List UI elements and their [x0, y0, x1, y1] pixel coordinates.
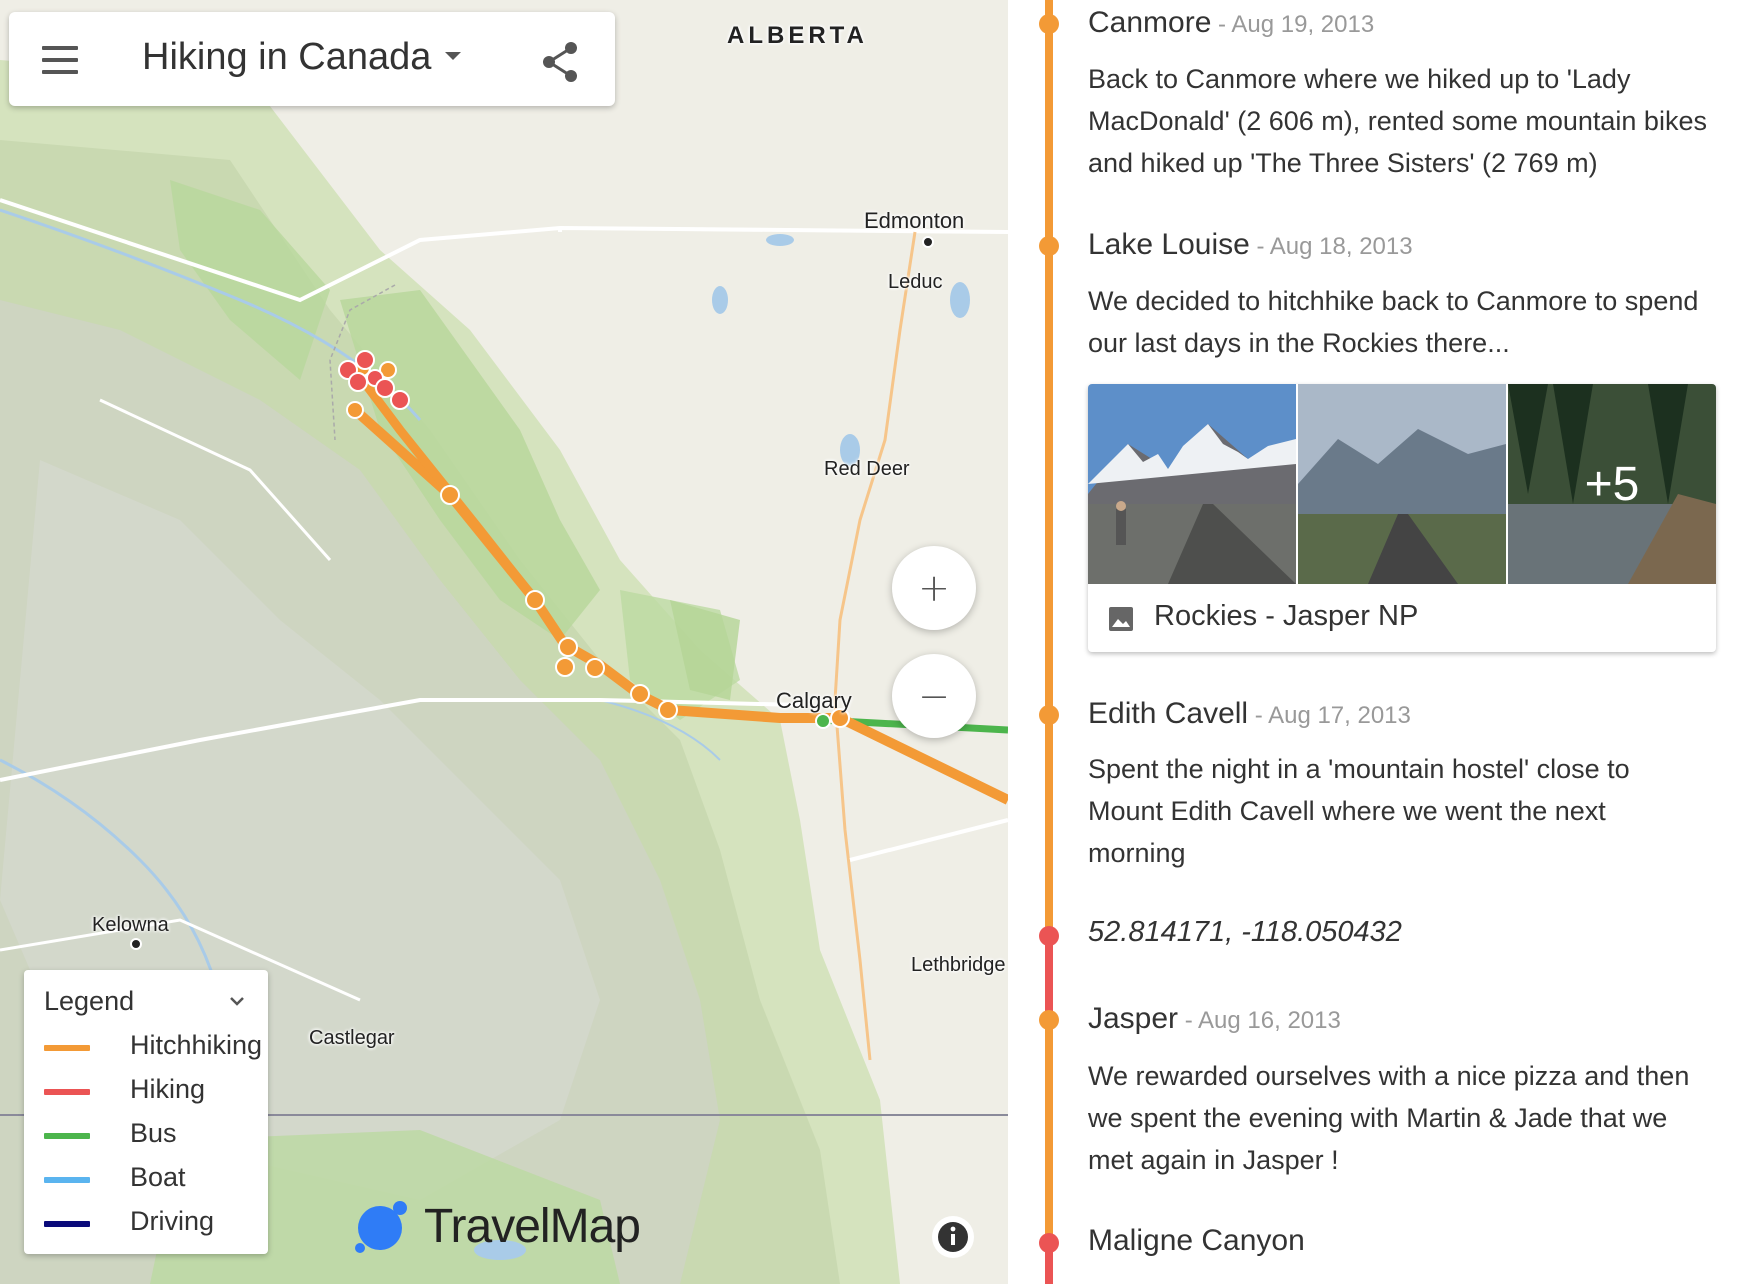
- city-marker: [130, 938, 142, 950]
- album-photo[interactable]: [1298, 384, 1506, 584]
- legend-label: Boat: [130, 1162, 186, 1192]
- photo-glacier-road: [1088, 384, 1296, 584]
- timeline-dot[interactable]: [1039, 1010, 1059, 1030]
- entry-description: We decided to hitchhike back to Canmore …: [1088, 286, 1699, 358]
- entry-title-lake-louise[interactable]: Lake Louise - Aug 18, 2013: [1088, 228, 1413, 262]
- entry-description: Back to Canmore where we hiked up to 'La…: [1088, 64, 1707, 178]
- album-photo-more[interactable]: +5: [1508, 384, 1716, 584]
- menu-button[interactable]: [37, 38, 81, 82]
- timeline-line-hiking: [1045, 938, 1053, 1012]
- legend-swatch: [44, 1177, 90, 1183]
- zoom-out-button[interactable]: −: [892, 654, 976, 738]
- legend-label: Hiking: [130, 1074, 206, 1104]
- entry-date: - Aug 16, 2013: [1178, 1007, 1341, 1034]
- entry-title: Maligne Canyon: [1088, 1224, 1305, 1257]
- album-photo[interactable]: [1088, 384, 1296, 584]
- legend-swatch: [44, 1089, 90, 1095]
- legend-swatch: [44, 1221, 90, 1227]
- place-label-lethbridge: Lethbridge: [911, 954, 1006, 976]
- timeline-dot[interactable]: [1039, 14, 1059, 34]
- chevron-down-icon[interactable]: [228, 992, 246, 1010]
- legend-item-hiking: Hiking: [44, 1072, 264, 1112]
- entry-title-maligne-canyon[interactable]: Maligne Canyon: [1088, 1224, 1305, 1258]
- album-more-count: +5: [1508, 384, 1716, 584]
- legend-item-hitchhiking: Hitchhiking: [44, 1028, 264, 1068]
- timeline-line-hitchhiking: [1045, 0, 1053, 938]
- legend-label: Bus: [130, 1118, 177, 1148]
- share-button[interactable]: [539, 40, 583, 84]
- entry-date: - Aug 18, 2013: [1249, 233, 1413, 260]
- legend-item-driving: Driving: [44, 1204, 264, 1244]
- entry-title: Edith Cavell: [1088, 697, 1249, 730]
- entry-title: Canmore: [1088, 6, 1212, 39]
- legend-item-bus: Bus: [44, 1116, 264, 1156]
- entry-title-canmore[interactable]: Canmore - Aug 19, 2013: [1088, 6, 1374, 40]
- province-label: ALBERTA: [727, 22, 868, 49]
- timeline-panel[interactable]: Canmore - Aug 19, 2013 Back to Canmore w…: [1008, 0, 1742, 1284]
- city-marker: [922, 236, 934, 248]
- legend-swatch: [44, 1133, 90, 1139]
- place-label-red-deer: Red Deer: [824, 458, 910, 480]
- image-icon: [1109, 607, 1133, 631]
- entry-date: - Aug 19, 2013: [1211, 11, 1375, 38]
- legend-item-boat: Boat: [44, 1160, 264, 1200]
- place-label-edmonton: Edmonton: [864, 208, 965, 233]
- map-title: Hiking in Canada: [142, 36, 432, 78]
- entry-title: Jasper: [1088, 1002, 1179, 1035]
- legend-label: Driving: [130, 1206, 215, 1236]
- waypoint-coordinates[interactable]: 52.814171, -118.050432: [1088, 916, 1402, 949]
- logo-text: TravelMap: [424, 1200, 641, 1253]
- caret-down-icon: [445, 51, 462, 60]
- legend-label: Hitchhiking: [130, 1030, 263, 1060]
- travelmap-logo-icon: [355, 1201, 407, 1253]
- timeline-dot[interactable]: [1039, 705, 1059, 725]
- place-label-kelowna: Kelowna: [92, 914, 169, 936]
- place-label-calgary: Calgary: [776, 688, 852, 713]
- place-label-leduc: Leduc: [888, 271, 943, 293]
- travelmap-logo[interactable]: TravelMap: [350, 1196, 670, 1256]
- legend-panel: Legend Hitchhiking Hiking Bus Boat Drivi…: [24, 970, 268, 1254]
- entry-title-edith-cavell[interactable]: Edith Cavell - Aug 17, 2013: [1088, 697, 1411, 731]
- entry-title: Lake Louise: [1088, 228, 1250, 261]
- info-icon: [938, 1222, 968, 1252]
- entry-date: - Aug 17, 2013: [1248, 702, 1411, 729]
- album-name: Rockies - Jasper NP: [1154, 600, 1419, 632]
- map-view[interactable]: ALBERTA Edmonton Leduc Red Deer Calgary …: [0, 0, 1008, 1284]
- place-label-castlegar: Castlegar: [309, 1027, 395, 1049]
- photo-album-card[interactable]: +5 Rockies - Jasper NP: [1088, 384, 1716, 652]
- share-icon: [543, 42, 577, 82]
- entry-description: Spent the night in a 'mountain hostel' c…: [1088, 754, 1630, 868]
- photo-mountain-road: [1298, 384, 1506, 584]
- legend-title: Legend: [44, 986, 135, 1016]
- map-title-dropdown[interactable]: Hiking in Canada: [142, 36, 462, 79]
- map-header-card: Hiking in Canada: [9, 12, 615, 106]
- info-button[interactable]: [932, 1216, 974, 1258]
- timeline-dot[interactable]: [1039, 1233, 1059, 1253]
- legend-swatch: [44, 1045, 90, 1051]
- entry-description: We rewarded ourselves with a nice pizza …: [1088, 1061, 1690, 1175]
- timeline-dot[interactable]: [1039, 926, 1059, 946]
- entry-title-jasper[interactable]: Jasper - Aug 16, 2013: [1088, 1002, 1341, 1036]
- timeline-dot[interactable]: [1039, 236, 1059, 256]
- timeline-line-hitchhiking: [1045, 1012, 1053, 1242]
- zoom-in-button[interactable]: +: [892, 546, 976, 630]
